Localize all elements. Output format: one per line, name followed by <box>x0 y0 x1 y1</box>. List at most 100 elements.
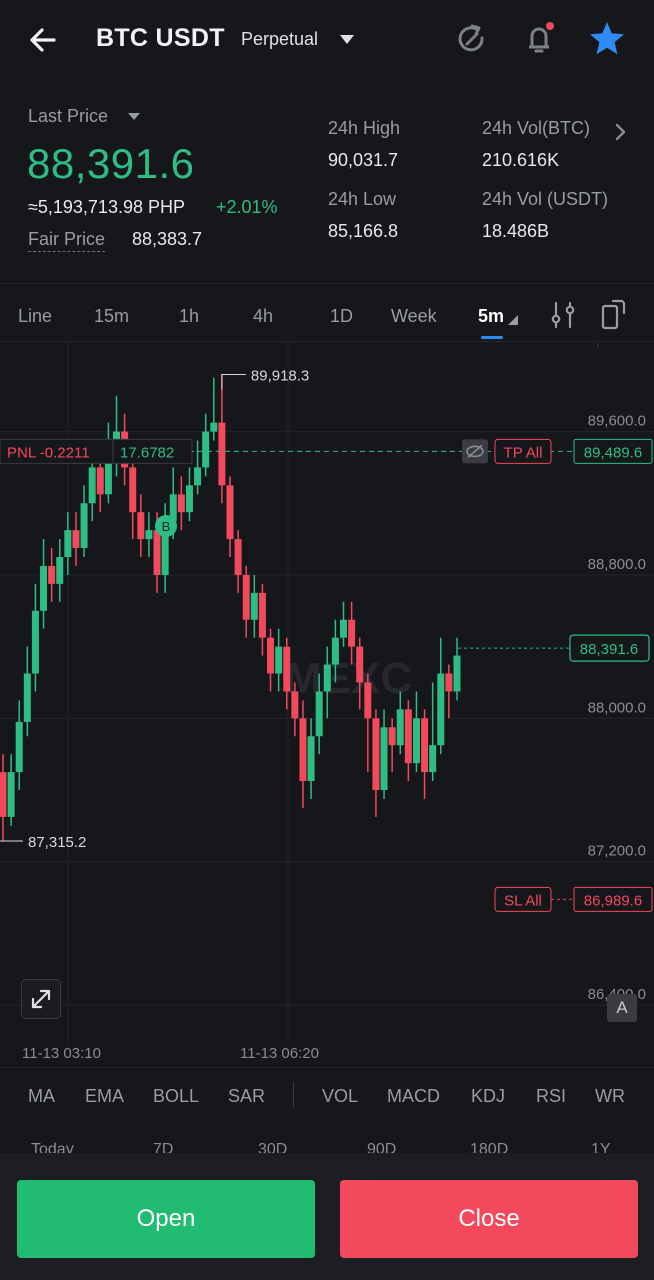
divider <box>0 1067 654 1068</box>
change-percent: +2.01% <box>216 197 278 217</box>
vol-btc-label: 24h Vol(BTC) <box>482 118 591 138</box>
candle-body <box>283 646 291 692</box>
candle-body <box>7 772 15 817</box>
fair-price-label[interactable]: Fair Price <box>28 229 106 252</box>
indicator-ma[interactable]: MA <box>28 1086 55 1107</box>
candle-body <box>388 727 396 746</box>
php-equivalent: ≈5,193,713.98 PHP <box>28 197 185 217</box>
tp-all-label: TP All <box>504 444 543 461</box>
candle-body <box>364 682 372 719</box>
fair-price-value: 88,383.7 <box>132 229 203 249</box>
indicator-sar[interactable]: SAR <box>228 1086 265 1107</box>
candle-body <box>177 494 185 513</box>
high-value: 90,031.7 <box>328 150 399 170</box>
candle-body <box>380 727 388 791</box>
indicator-settings-icon[interactable] <box>549 300 577 330</box>
candle-body <box>88 467 96 504</box>
close-button[interactable]: Close <box>340 1180 638 1258</box>
candle-body <box>404 709 412 764</box>
candle-body <box>315 691 323 737</box>
rotate-screen-icon[interactable] <box>599 299 627 331</box>
top-bar: BTC USDT Perpetual <box>0 0 654 80</box>
chart-overlays: 89,918.3 87,315.2 PNL -0.2211 17.6782 TP All… <box>0 343 653 912</box>
chevron-down-icon[interactable] <box>340 35 354 44</box>
indicator-macd[interactable]: MACD <box>387 1086 440 1107</box>
candle-body <box>340 619 347 638</box>
candle-body <box>234 539 242 575</box>
candle-body <box>421 718 429 773</box>
candle-body <box>72 530 80 549</box>
candle-body <box>372 718 380 791</box>
open-button[interactable]: Open <box>17 1180 315 1258</box>
low-value: 85,166.8 <box>328 221 399 241</box>
high-marker-label: 89,918.3 <box>251 368 309 385</box>
candle-body <box>356 646 364 683</box>
active-tab-indicator <box>481 336 503 339</box>
current-price-label: 88,391.6 <box>580 641 638 658</box>
candle-body <box>137 512 145 540</box>
candle-body <box>15 721 23 773</box>
candle-body <box>23 673 31 722</box>
indicator-wr[interactable]: WR <box>595 1086 625 1107</box>
tab-1d[interactable]: 1D <box>330 306 353 327</box>
buy-marker-label: B <box>162 519 171 534</box>
candle-body <box>40 565 48 611</box>
candle-body <box>412 718 420 764</box>
candle-body <box>80 503 88 549</box>
symbol-title[interactable]: BTC USDT <box>96 24 225 53</box>
candle-body <box>96 467 104 495</box>
tab-4h[interactable]: 4h <box>253 306 273 327</box>
last-price-label[interactable]: Last Price <box>28 106 108 127</box>
refresh-icon[interactable] <box>451 20 491 60</box>
candle-body <box>242 574 250 620</box>
indicator-boll[interactable]: BOLL <box>153 1086 199 1107</box>
candle-body <box>226 485 234 540</box>
candlestick-chart[interactable]: 89,600.088,800.088,000.087,200.086,400.0… <box>0 343 654 1068</box>
chevron-down-icon[interactable] <box>128 113 140 120</box>
candle-body <box>331 637 339 665</box>
candle-body <box>145 530 153 540</box>
x-tick-label: 11-13 03:10 <box>22 1045 101 1062</box>
back-arrow-icon[interactable] <box>24 18 68 62</box>
divider <box>0 341 654 342</box>
watermark: MEXC <box>285 654 412 703</box>
star-icon[interactable] <box>587 19 627 59</box>
candle-body <box>64 530 72 558</box>
candle-body <box>323 664 331 692</box>
divider <box>0 283 654 284</box>
expand-icon <box>31 989 51 1009</box>
y-tick-label: 87,200.0 <box>588 843 646 860</box>
high-label: 24h High <box>328 118 401 138</box>
tab-1h[interactable]: 1h <box>179 306 199 327</box>
auto-scale-button[interactable]: A <box>607 994 637 1022</box>
tab-line[interactable]: Line <box>18 306 52 327</box>
candle-body <box>437 673 445 746</box>
vol-usdt-label: 24h Vol (USDT) <box>482 189 609 209</box>
tab-15m[interactable]: 15m <box>94 306 129 327</box>
tp-price-label: 89,489.6 <box>584 444 642 461</box>
high-marker-line <box>221 374 246 390</box>
divider <box>293 1082 294 1108</box>
fullscreen-button[interactable] <box>21 979 61 1019</box>
bell-icon[interactable] <box>519 18 559 58</box>
y-tick-label: 89,600.0 <box>588 413 646 430</box>
candle-body <box>129 467 137 513</box>
tab-week[interactable]: Week <box>391 306 437 327</box>
candle-body <box>210 422 218 432</box>
price-chart[interactable]: 89,600.088,800.088,000.087,200.086,400.0… <box>0 343 654 1068</box>
last-price: 88,391.6 <box>27 140 195 187</box>
chevron-right-icon[interactable] <box>612 122 630 142</box>
candle-body <box>429 745 437 773</box>
indicator-rsi[interactable]: RSI <box>536 1086 566 1107</box>
candle-body <box>194 467 202 486</box>
tab-5m[interactable]: 5m <box>478 306 504 327</box>
x-tick-label: 11-13 06:20 <box>240 1045 319 1062</box>
candle-body <box>153 530 161 575</box>
indicator-ema[interactable]: EMA <box>85 1086 124 1107</box>
indicator-kdj[interactable]: KDJ <box>471 1086 505 1107</box>
candle-body <box>250 592 258 620</box>
candle-body <box>48 565 56 584</box>
contract-type[interactable]: Perpetual <box>241 29 318 50</box>
pnl-value: 17.6782 <box>120 444 174 461</box>
indicator-vol[interactable]: VOL <box>322 1086 358 1107</box>
